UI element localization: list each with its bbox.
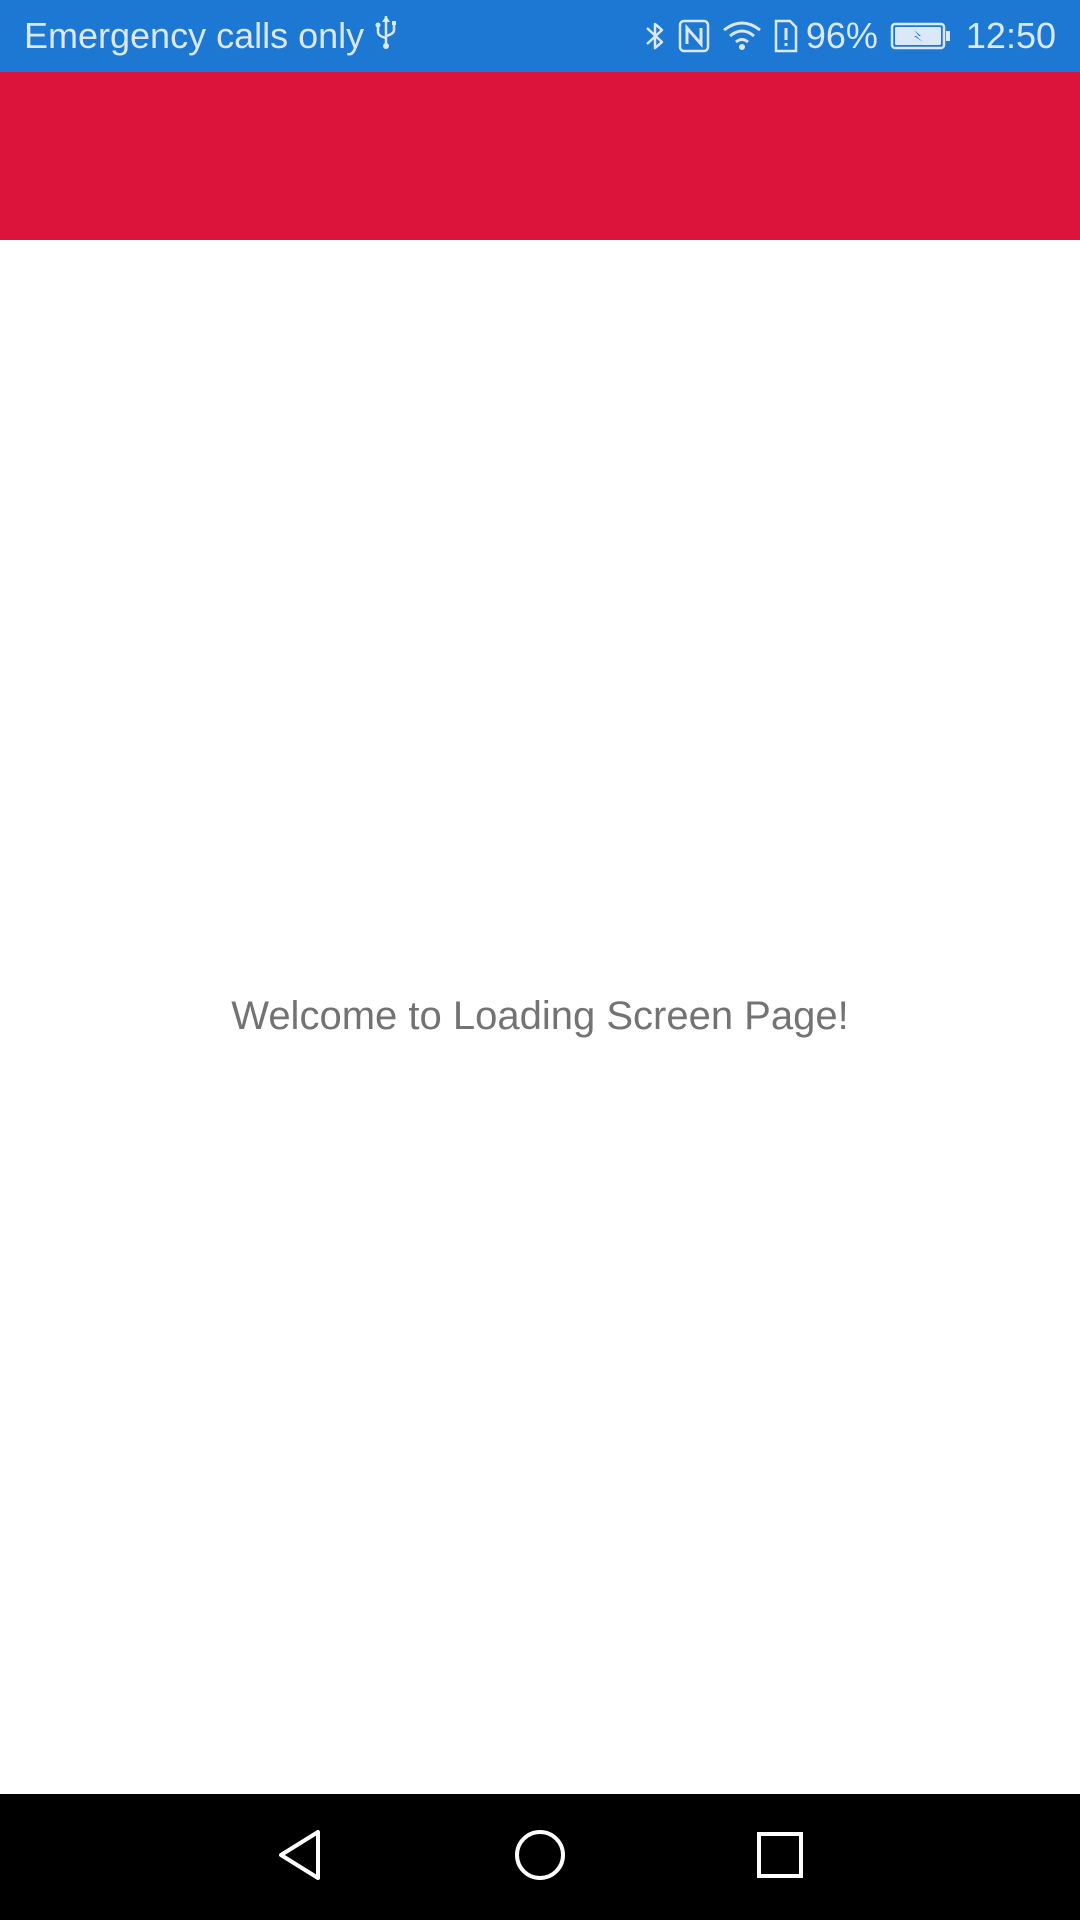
status-right: 96% 12:50 [632, 15, 1056, 57]
welcome-text: Welcome to Loading Screen Page! [231, 994, 849, 1038]
app-bar [0, 72, 1080, 240]
home-icon [513, 1828, 567, 1887]
battery-percent: 96% [805, 15, 878, 56]
recents-icon [756, 1831, 804, 1884]
page-content: Welcome to Loading Screen Page! [0, 240, 1080, 1794]
usb-icon [374, 14, 398, 59]
screen: Emergency calls only 96% 12:50 Welcome t… [0, 0, 1080, 1920]
sim-alert-icon [774, 19, 798, 53]
bluetooth-icon [644, 19, 666, 53]
home-button[interactable] [505, 1822, 575, 1892]
status-left: Emergency calls only [24, 14, 398, 59]
back-button[interactable] [265, 1822, 335, 1892]
battery-charging-icon [890, 21, 952, 51]
status-bar: Emergency calls only 96% 12:50 [0, 0, 1080, 72]
wifi-icon [722, 20, 762, 52]
carrier-text: Emergency calls only [24, 15, 365, 56]
nfc-icon [678, 19, 710, 53]
recents-button[interactable] [745, 1822, 815, 1892]
back-icon [276, 1828, 324, 1887]
navigation-bar [0, 1794, 1080, 1920]
clock: 12:50 [965, 15, 1056, 56]
